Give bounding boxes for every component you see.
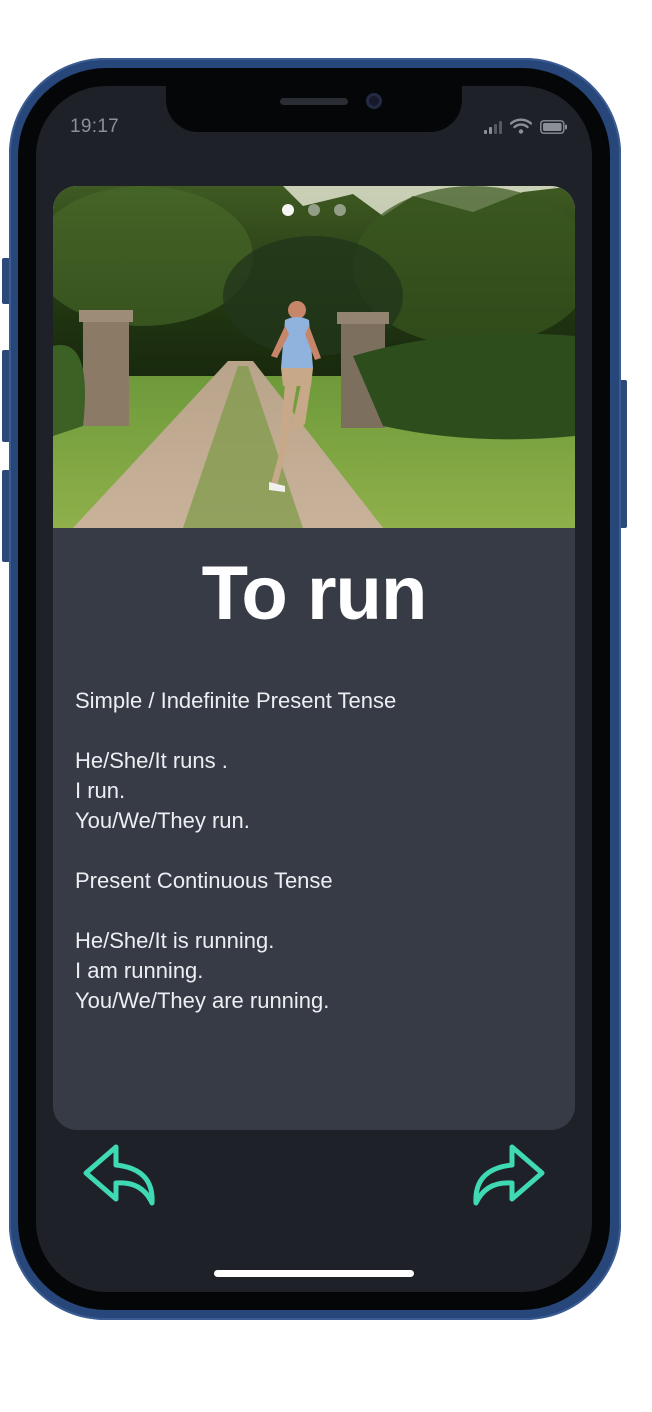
signal-icon [484,120,502,134]
conjugation-line: He/She/It runs . [75,748,228,773]
back-arrow-icon [83,1144,155,1206]
conjugation-line: He/She/It is running. [75,928,275,953]
pager-dot[interactable] [308,204,320,216]
conjugation-line: You/We/They are running. [75,988,330,1013]
speaker [280,98,348,105]
verb-title: To run [201,551,428,636]
notch [166,86,462,132]
tense-content: Simple / Indefinite Present Tense He/She… [75,686,555,1046]
conjugation-line: I am running. [75,958,204,983]
conjugation-list: He/She/It is running. I am running. You/… [75,926,555,1016]
conjugation-line: You/We/They run. [75,808,250,833]
forward-arrow-icon [473,1144,545,1206]
hero-image [53,186,575,528]
tense-heading: Present Continuous Tense [75,868,333,893]
back-button[interactable] [82,1141,162,1211]
conjugation-list: He/She/It runs . I run. You/We/They run. [75,746,555,836]
tense-heading: Simple / Indefinite Present Tense [75,688,397,713]
home-indicator[interactable] [214,1270,414,1277]
status-time: 19:17 [70,116,120,137]
phone-screen: 19:17 To run Simple / Indefinite Present… [36,86,592,1292]
battery-icon [540,120,568,134]
pager-dot[interactable] [282,204,294,216]
pager-dots[interactable] [53,204,575,216]
app-screenshot: 19:17 To run Simple / Indefinite Present… [0,0,652,1412]
conjugation-line: I run. [75,778,126,803]
wifi-icon [510,118,532,134]
front-camera [366,93,382,109]
verb-card[interactable]: To run Simple / Indefinite Present Tense… [53,186,575,1130]
forward-button[interactable] [466,1141,546,1211]
pager-dot[interactable] [334,204,346,216]
status-icons [484,116,568,134]
